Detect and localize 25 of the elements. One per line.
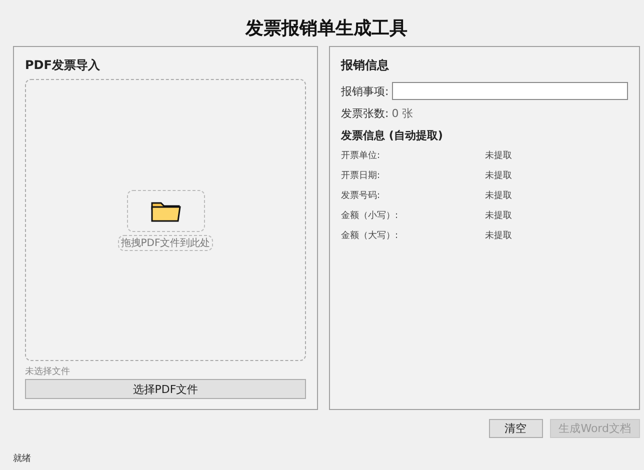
field-value: 未提取 (485, 150, 512, 162)
field-value: 未提取 (485, 190, 512, 202)
status-text: 就绪 (13, 452, 32, 465)
field-value: 未提取 (485, 170, 512, 182)
input-field[interactable] (392, 82, 628, 100)
drop-zone[interactable]: 拖拽PDF文件到此处 (25, 79, 306, 361)
field-label: 开票日期: (341, 170, 382, 182)
field-value: 未提取 (485, 230, 512, 242)
file-status: 未选择文件 (25, 366, 71, 378)
panel-title: PDF发票导入 (25, 57, 101, 74)
field-label: 发票张数: (341, 106, 389, 121)
section-title: 发票信息 (自动提取) (341, 128, 444, 143)
window-title: 发票报销单生成工具 (244, 17, 408, 41)
field-value: 未提取 (485, 210, 512, 222)
field-label: 金额（小写）: (341, 210, 400, 222)
field-label: 报销事项: (341, 84, 389, 98)
field-label: 发票号码: (341, 190, 382, 202)
drop-hint: 拖拽PDF文件到此处 (118, 234, 214, 250)
panel-title: 报销信息 (341, 57, 390, 74)
action-button[interactable]: 清空 (488, 419, 543, 438)
count-value: 0 张 (392, 106, 414, 121)
select-file-button[interactable]: 选择PDF文件 (25, 379, 306, 399)
folder-icon (126, 190, 204, 232)
field-label: 金额（大写）: (341, 230, 400, 242)
field-label: 开票单位: (341, 150, 382, 162)
